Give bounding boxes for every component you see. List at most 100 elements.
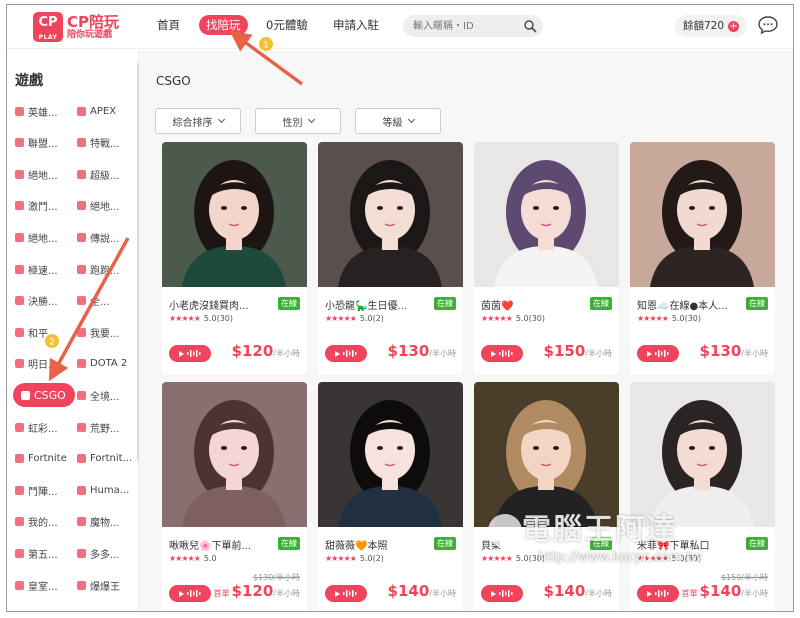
sidebar-game-item[interactable]: 絕地... (15, 165, 58, 183)
balance-button[interactable]: 餘額720 + (675, 15, 748, 37)
companion-photo[interactable] (318, 142, 463, 287)
game-icon (77, 106, 86, 116)
add-balance-icon[interactable]: + (728, 20, 740, 32)
sidebar-game-item[interactable]: CSGO (13, 383, 75, 408)
audio-wave-icon (343, 590, 357, 597)
sidebar-game-item[interactable]: 爆爆王 (77, 576, 120, 594)
sidebar-game-item[interactable]: 多多... (77, 544, 120, 562)
price-value: $130 (699, 342, 742, 360)
sidebar-game-label: 特戰... (90, 139, 120, 151)
sidebar-game-item[interactable]: 第五... (15, 544, 58, 562)
sidebar-game-item[interactable]: 絕地... (77, 197, 120, 215)
companion-photo[interactable] (630, 142, 775, 287)
price-value: $140 (543, 582, 586, 600)
sidebar-game-item[interactable]: 聯盟... (15, 134, 58, 152)
sidebar-game-item[interactable]: Fortnit... (77, 450, 132, 468)
companion-card[interactable]: 小恐龍🦕生日優... 在線 ★★★★★ 5.0(2) $130/半小時 (318, 142, 463, 374)
voice-play-button[interactable] (481, 345, 523, 362)
star-icons: ★★★★★ (325, 554, 357, 563)
chevron-down-icon (407, 115, 415, 124)
game-icon (77, 390, 86, 400)
search-input[interactable] (413, 15, 521, 37)
online-badge: 在線 (278, 537, 300, 550)
gender-dropdown[interactable]: 性別 (255, 108, 341, 134)
sidebar-game-item[interactable]: Fortnite (15, 450, 67, 468)
voice-play-button[interactable] (325, 585, 367, 602)
companion-name[interactable]: 茵茵❤️ (481, 297, 581, 312)
voice-play-button[interactable] (637, 345, 679, 362)
site-logo[interactable]: CP PLAY CP陪玩 陪你玩遊戲 (33, 12, 119, 42)
companion-card[interactable]: 知恩☁️在線●本人... 在線 ★★★★★ 5.0(30) $130/半小時 (630, 142, 775, 374)
companion-price: $130/半小時 (388, 342, 456, 360)
sidebar-game-item[interactable]: 跑跑... (77, 260, 120, 278)
companion-card[interactable]: 小老虎沒錢買肉... 在線 ★★★★★ 5.0(30) $120/半小時 (162, 142, 307, 374)
companion-photo[interactable] (162, 142, 307, 287)
game-icon (15, 548, 24, 558)
sidebar-game-item[interactable]: 和平... (15, 323, 58, 341)
sidebar-game-item[interactable]: 我的... (15, 513, 58, 531)
sidebar-game-item[interactable]: 我要... (77, 323, 120, 341)
voice-play-button[interactable] (481, 585, 523, 602)
sidebar-game-item[interactable]: Huma... (77, 481, 129, 499)
price-value: $150 (543, 342, 586, 360)
game-icon (15, 359, 24, 369)
sidebar-game-item[interactable]: 絕地... (15, 228, 58, 246)
sidebar-game-item[interactable]: 皇室... (15, 576, 58, 594)
companion-name[interactable]: 小老虎沒錢買肉... (169, 297, 269, 312)
sidebar-game-item[interactable]: APEX (77, 102, 116, 120)
chat-icon[interactable] (757, 14, 779, 36)
nav-home[interactable]: 首頁 (157, 17, 180, 33)
sidebar-game-item[interactable]: 無限... (15, 608, 58, 611)
companion-card[interactable]: 茵茵❤️ 在線 ★★★★★ 5.0(30) $150/半小時 (474, 142, 619, 374)
logo-badge: CP PLAY (33, 12, 63, 42)
sidebar-game-item[interactable]: 鬥陣... (15, 481, 58, 499)
sidebar-game-item[interactable]: 英雄... (15, 102, 58, 120)
play-icon (491, 590, 496, 597)
sidebar-game-item[interactable]: 全境... (77, 386, 120, 404)
voice-play-button[interactable] (637, 585, 679, 602)
nav-apply[interactable]: 申請入駐 (333, 17, 379, 33)
sidebar-game-item[interactable]: 黎明... (77, 608, 120, 611)
sidebar-game-item[interactable]: 全... (77, 292, 110, 310)
voice-play-button[interactable] (169, 345, 211, 362)
voice-play-button[interactable] (325, 345, 367, 362)
search-box (403, 15, 543, 37)
companion-photo[interactable] (474, 142, 619, 287)
sort-dropdown[interactable]: 綜合排序 (155, 108, 241, 134)
companion-name[interactable]: 知恩☁️在線●本人... (637, 297, 737, 312)
companion-name[interactable]: 啾啾兒🌸下單前... (169, 537, 269, 552)
online-badge: 在線 (590, 297, 612, 310)
sidebar-game-item[interactable]: 魔物... (77, 513, 120, 531)
sidebar-game-label: 我要... (90, 328, 120, 340)
sidebar-game-item[interactable]: DOTA 2 (77, 355, 127, 373)
sidebar-game-label: 極速... (28, 265, 58, 277)
balance-label: 餘額720 (683, 20, 725, 32)
companion-name[interactable]: 小恐龍🦕生日優... (325, 297, 425, 312)
companion-price: $140/半小時 (544, 582, 612, 600)
nav-free-trial[interactable]: 0元體驗 (266, 17, 308, 33)
companion-photo[interactable] (318, 382, 463, 527)
price-value: $130 (387, 342, 430, 360)
sidebar-game-item[interactable]: 激鬥... (15, 197, 58, 215)
sidebar-game-item[interactable]: 超級... (77, 165, 120, 183)
companion-card[interactable]: 甜薇薇🧡本照 在線 ★★★★★ 5.0(2) $140/半小時 (318, 382, 463, 611)
voice-play-button[interactable] (169, 585, 211, 602)
sidebar-game-item[interactable]: 特戰... (77, 134, 120, 152)
companion-card[interactable]: 貝樂 在線 ★★★★★ 5.0(30) $140/半小時 (474, 382, 619, 611)
sidebar-game-item[interactable]: 傳說... (77, 228, 120, 246)
companion-name[interactable]: 甜薇薇🧡本照 (325, 537, 425, 552)
gender-label: 性別 (282, 117, 303, 129)
sidebar-game-item[interactable]: 極速... (15, 260, 58, 278)
sidebar-game-item[interactable]: 荒野... (77, 418, 120, 436)
companion-card[interactable]: 啾啾兒🌸下單前... 在線 ★★★★★ 5.0 $130/半小時 首單 $120/半小時 (162, 382, 307, 611)
sidebar-game-item[interactable]: 決勝... (15, 292, 58, 310)
companion-card[interactable]: 米菲🎀下單私口 在線 ★★★★★ 5.0(30) $150/半小時 首單 $140/半小時 (630, 382, 775, 611)
sidebar-game-item[interactable]: 虹彩... (15, 418, 58, 436)
level-dropdown[interactable]: 等級 (355, 108, 441, 134)
rating-value: 5.0(30) (203, 314, 234, 323)
sidebar-game-item[interactable]: 明日... (15, 355, 58, 373)
nav-find-companion[interactable]: 找陪玩 (199, 15, 248, 35)
companion-photo[interactable] (162, 382, 307, 527)
search-icon[interactable] (523, 19, 537, 33)
game-icon (77, 485, 86, 495)
